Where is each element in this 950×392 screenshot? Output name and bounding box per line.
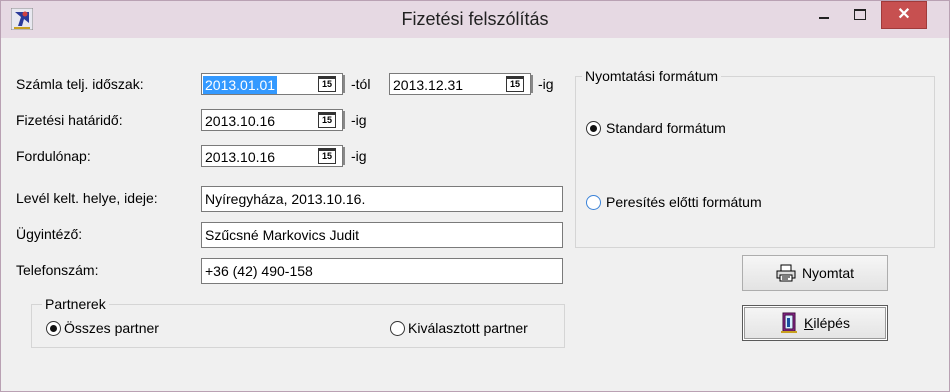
field-divider <box>343 75 345 93</box>
field-divider <box>343 147 345 165</box>
exit-button[interactable]: Kilépés <box>742 305 888 341</box>
dialog-window: Fizetési felszólítás ✕ Számla telj. idős… <box>0 0 950 392</box>
turnover-field[interactable]: 2013.10.16 15 <box>201 145 345 167</box>
selected-partner-label[interactable]: Kiválasztott partner <box>408 317 528 339</box>
selected-partner-radio[interactable] <box>390 321 405 336</box>
period-to-value: 2013.12.31 <box>393 77 464 93</box>
deadline-field[interactable]: 2013.10.16 15 <box>201 109 345 131</box>
print-format-title: Nyomtatási formátum <box>582 68 722 84</box>
turnover-label: Fordulónap: <box>16 148 91 164</box>
exit-door-icon <box>781 312 798 333</box>
period-to-field[interactable]: 2013.12.31 15 <box>389 73 533 95</box>
calendar-icon[interactable]: 15 <box>318 148 336 164</box>
exit-accel-key: K <box>804 315 814 331</box>
exit-label-rest: ilépés <box>813 315 850 331</box>
phone-input[interactable]: +36 (42) 490-158 <box>201 258 563 284</box>
calendar-icon[interactable]: 15 <box>318 112 336 128</box>
period-from-field[interactable]: 2013.01.01 15 <box>201 73 345 95</box>
from-suffix: -tól <box>351 76 371 92</box>
partners-title: Partnerek <box>42 296 109 312</box>
all-partners-label[interactable]: Összes partner <box>64 317 159 339</box>
print-button[interactable]: Nyomtat <box>742 255 888 291</box>
dialog-body: Számla telj. időszak: 2013.01.01 15 -tól… <box>9 39 941 383</box>
title-bar[interactable]: Fizetési felszólítás ✕ <box>1 1 949 38</box>
field-divider <box>343 111 345 129</box>
partners-group: Partnerek Összes partner Kiválasztott pa… <box>31 296 565 348</box>
minimize-button[interactable] <box>807 1 841 29</box>
turnover-value: 2013.10.16 <box>205 149 276 165</box>
standard-format-label[interactable]: Standard formátum <box>606 117 726 139</box>
deadline-label: Fizetési határidő: <box>16 112 123 128</box>
print-button-label: Nyomtat <box>801 265 855 281</box>
all-partners-radio[interactable] <box>46 321 61 336</box>
close-button[interactable]: ✕ <box>881 1 927 29</box>
phone-label: Telefonszám: <box>16 262 99 278</box>
calendar-icon[interactable]: 15 <box>506 76 524 92</box>
clerk-label: Ügyintéző: <box>16 226 83 242</box>
pre-litigation-format-label[interactable]: Peresítés előtti formátum <box>606 191 762 213</box>
clerk-input[interactable]: Szűcsné Markovics Judit <box>201 222 563 248</box>
field-divider <box>531 75 533 93</box>
period-label: Számla telj. időszak: <box>16 76 144 92</box>
period-from-value: 2013.01.01 <box>203 76 278 94</box>
letter-label: Levél kelt. helye, ideje: <box>16 190 158 206</box>
letter-place-date-input[interactable]: Nyíregyháza, 2013.10.16. <box>201 186 563 212</box>
standard-format-radio[interactable] <box>586 121 601 136</box>
print-format-group: Nyomtatási formátum Standard formátum Pe… <box>575 68 935 248</box>
to-suffix: -ig <box>538 76 554 92</box>
printer-icon <box>776 264 796 282</box>
maximize-button[interactable] <box>843 1 877 29</box>
calendar-icon[interactable]: 15 <box>318 76 336 92</box>
deadline-value: 2013.10.16 <box>205 113 276 129</box>
pre-litigation-format-radio[interactable] <box>586 195 601 210</box>
exit-button-label: Kilépés <box>804 315 850 331</box>
deadline-suffix: -ig <box>351 112 367 128</box>
turnover-suffix: -ig <box>351 148 367 164</box>
